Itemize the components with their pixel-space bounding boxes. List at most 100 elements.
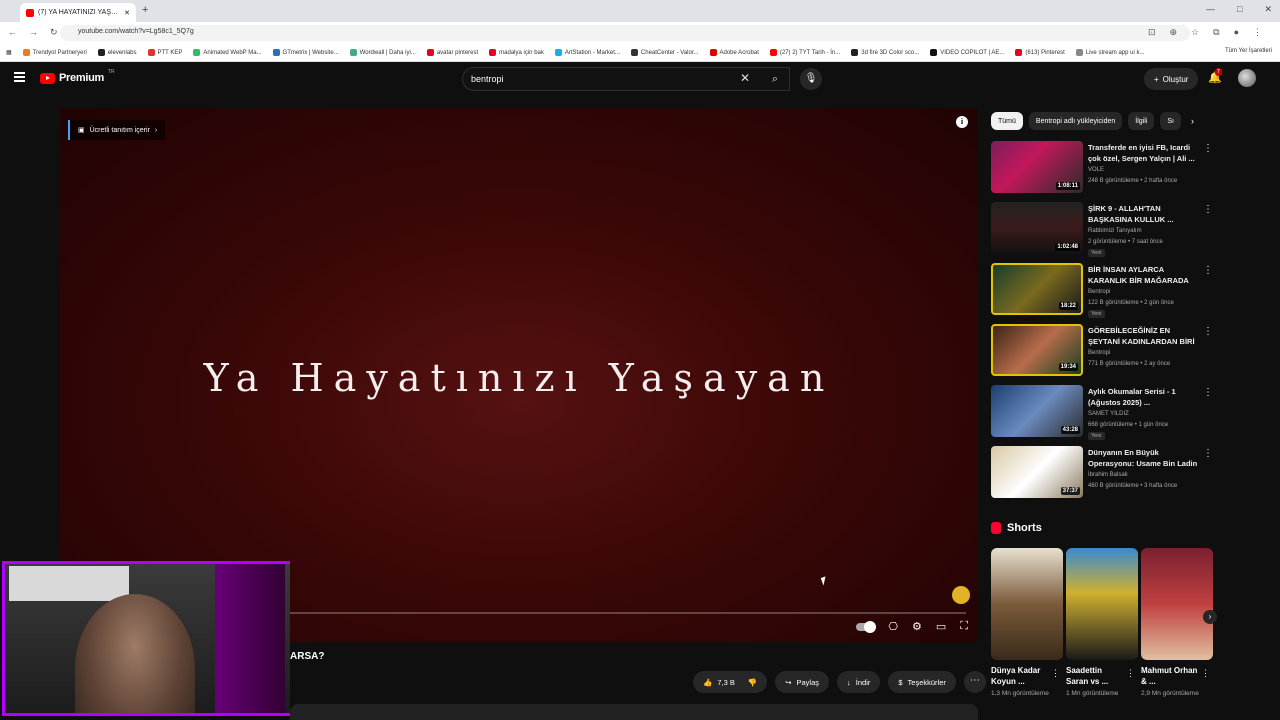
more-options-icon[interactable]: ⋮ bbox=[1203, 326, 1213, 337]
bookmark-item[interactable]: ArtStation - Market... bbox=[554, 49, 620, 56]
bookmark-item[interactable]: GTmetrix | Website... bbox=[272, 49, 339, 56]
video-title: ARSA? bbox=[290, 651, 325, 662]
bookmark-item[interactable]: 3d fire 3D Color sco... bbox=[851, 49, 919, 56]
paid-promotion-chip[interactable]: ▣ Ücretli tanıtım içerir › bbox=[68, 120, 166, 140]
microphone-icon[interactable]: 🎙 bbox=[800, 68, 822, 90]
bookmark-item[interactable]: madalya için bak bbox=[489, 49, 544, 56]
bookmark-item[interactable]: (27) 2) TYT Tarih - İn... bbox=[769, 49, 840, 56]
bookmark-item[interactable]: CheatCenter - Valor... bbox=[630, 49, 699, 56]
zoom-icon[interactable]: ⊕ bbox=[1170, 27, 1178, 38]
recommendation-item[interactable]: 1:02:48 ŞİRK 9 - ALLAH'TAN BAŞKASINA KULL… bbox=[991, 202, 1213, 263]
thanks-button[interactable]: $ Teşekkürler bbox=[888, 671, 956, 693]
close-window-icon[interactable]: ✕ bbox=[1264, 4, 1272, 15]
extensions-icon[interactable]: ⧉ bbox=[1213, 27, 1219, 38]
more-options-icon[interactable]: ⋮ bbox=[1203, 387, 1213, 398]
recommendation-item[interactable]: 43:28 Aylık Okumalar Serisi - 1 (Ağustos … bbox=[991, 385, 1213, 446]
reload-icon[interactable]: ↻ bbox=[50, 27, 58, 38]
short-thumbnail[interactable] bbox=[1066, 548, 1138, 660]
video-thumbnail[interactable]: 43:28 bbox=[991, 385, 1083, 437]
chip-from-uploader[interactable]: Bentropi adlı yükleyiciden bbox=[1028, 112, 1123, 130]
video-actions: 👍 7,3 B 👎 ↪ Paylaş ↓ İndir $ Teşekkürler… bbox=[693, 671, 986, 693]
close-tab-icon[interactable]: ✕ bbox=[124, 9, 130, 17]
minimize-icon[interactable]: — bbox=[1206, 4, 1215, 15]
video-overlay-title: Ya Hayatınızı Yaşayan bbox=[203, 356, 835, 400]
star-icon[interactable]: ☆ bbox=[1191, 27, 1199, 38]
short-item[interactable]: Mahmut Orhan & ... 2,9 Mn görüntüleme ⋮ bbox=[1141, 548, 1213, 698]
bookmark-item[interactable]: (613) Pinterest bbox=[1015, 49, 1065, 56]
theater-mode-icon[interactable]: ▭ bbox=[936, 620, 946, 633]
browser-tab[interactable]: (7) YA HAYATINIZI YAŞAYA... ✕ bbox=[20, 3, 136, 22]
more-options-icon[interactable]: ⋮ bbox=[1203, 204, 1213, 215]
bookmark-item[interactable]: Wordwall | Daha iyi... bbox=[349, 49, 416, 56]
video-thumbnail[interactable]: 37:37 bbox=[991, 446, 1083, 498]
video-thumbnail[interactable]: 18:22 bbox=[991, 263, 1083, 315]
video-thumbnail[interactable]: 19:34 bbox=[991, 324, 1083, 376]
install-icon[interactable]: ⊡ bbox=[1148, 27, 1156, 38]
more-options-icon[interactable]: ⋮ bbox=[1051, 668, 1060, 679]
more-options-icon[interactable]: ⋮ bbox=[1203, 448, 1213, 459]
download-button[interactable]: ↓ İndir bbox=[837, 671, 881, 693]
short-thumbnail[interactable] bbox=[1141, 548, 1213, 660]
search-icon[interactable]: ⌕ bbox=[762, 67, 788, 91]
new-tab-button[interactable]: + bbox=[142, 4, 148, 16]
profile-icon[interactable]: ● bbox=[1234, 27, 1239, 38]
description-box[interactable] bbox=[290, 704, 978, 720]
notifications-bell-icon[interactable]: 🔔 7 bbox=[1208, 68, 1222, 84]
bookmark-item[interactable]: Animated WebP Ma... bbox=[193, 49, 262, 56]
recommendation-item[interactable]: 19:34 GÖREBİLECEĞİNİZ EN ŞEYTANİ KADINLAR… bbox=[991, 324, 1213, 385]
shorts-row: Dünya Kadar Koyun ... 1,3 Mn görüntüleme ⋮… bbox=[991, 548, 1213, 698]
avatar[interactable] bbox=[1238, 69, 1256, 87]
chevron-right-icon[interactable]: › bbox=[1203, 610, 1217, 624]
bookmark-item[interactable]: elevenlabs bbox=[97, 49, 137, 56]
maximize-icon[interactable]: □ bbox=[1237, 4, 1242, 15]
back-icon[interactable]: ← bbox=[8, 27, 17, 38]
more-options-icon[interactable]: ⋮ bbox=[1201, 668, 1210, 679]
bookmark-item[interactable]: VIDEO COPILOT | AE... bbox=[930, 49, 1004, 56]
chip-all[interactable]: Tümü bbox=[991, 112, 1023, 130]
more-options-icon[interactable]: ⋮ bbox=[1203, 143, 1213, 154]
recommendation-item[interactable]: 18:22 BİR İNSAN AYLARCA KARANLIK BİR MAĞA… bbox=[991, 263, 1213, 324]
bookmark-label: Live stream app ui k... bbox=[1085, 49, 1145, 56]
thumbs-down-icon[interactable]: 👎 bbox=[748, 678, 757, 687]
short-item[interactable]: Dünya Kadar Koyun ... 1,3 Mn görüntüleme ⋮ bbox=[991, 548, 1063, 698]
more-options-icon[interactable]: ⋮ bbox=[1203, 265, 1213, 276]
bookmark-label: ArtStation - Market... bbox=[564, 49, 620, 56]
bookmark-item[interactable]: Live stream app ui k... bbox=[1075, 49, 1145, 56]
recommendations-list: 1:08:11 Transferde en iyisi FB, Icardi ço… bbox=[991, 141, 1213, 507]
bookmark-item[interactable]: Trendyol Partneryeri bbox=[22, 49, 87, 56]
info-icon[interactable]: i bbox=[956, 116, 968, 128]
autoplay-toggle[interactable] bbox=[856, 620, 877, 633]
clear-search-icon[interactable]: ✕ bbox=[740, 71, 750, 85]
video-thumbnail[interactable]: 1:02:48 bbox=[991, 202, 1083, 254]
url-input[interactable]: youtube.com/watch?v=Lg58c1_5Q7g bbox=[60, 25, 1190, 41]
fullscreen-icon[interactable]: ⛶ bbox=[960, 620, 968, 633]
chevron-right-icon[interactable]: › bbox=[1191, 116, 1194, 126]
short-thumbnail[interactable] bbox=[991, 548, 1063, 660]
more-options-icon[interactable]: ⋮ bbox=[1126, 668, 1135, 679]
all-bookmarks-link[interactable]: Tüm Yer İşaretleri bbox=[1225, 48, 1272, 54]
recommendation-item[interactable]: 1:08:11 Transferde en iyisi FB, Icardi ço… bbox=[991, 141, 1213, 202]
video-thumbnail[interactable]: 1:08:11 bbox=[991, 141, 1083, 193]
bookmark-item[interactable]: PTT KEP bbox=[147, 49, 182, 56]
tab-strip: (7) YA HAYATINIZI YAŞAYA... ✕ + — □ ✕ bbox=[0, 0, 1280, 22]
youtube-logo[interactable]: Premium TR bbox=[40, 69, 115, 84]
chip-partial[interactable]: Sı bbox=[1160, 112, 1181, 130]
bookmark-favicon-icon bbox=[426, 49, 434, 56]
subtitles-icon[interactable]: ⎔ bbox=[888, 620, 898, 633]
chip-related[interactable]: İlgili bbox=[1128, 112, 1155, 130]
apps-icon[interactable]: ▦ bbox=[6, 49, 12, 56]
recommendation-item[interactable]: 37:37 Dünyanın En Büyük Operasyonu: Usame… bbox=[991, 446, 1213, 507]
short-item[interactable]: Saadettin Saran vs ... 1 Mn görüntüleme ⋮ bbox=[1066, 548, 1138, 698]
create-button[interactable]: + Oluştur bbox=[1144, 68, 1199, 90]
video-title: Dünyanın En Büyük Operasyonu: Usame Bin … bbox=[1088, 448, 1198, 468]
more-actions-icon[interactable]: ⋯ bbox=[963, 671, 986, 693]
hamburger-menu-icon[interactable] bbox=[14, 72, 25, 82]
bookmark-item[interactable]: avatar pinterest bbox=[426, 49, 478, 56]
bookmark-item[interactable]: Adobe Acrobat bbox=[709, 49, 759, 56]
settings-gear-icon[interactable]: ⚙ bbox=[912, 620, 922, 633]
forward-icon[interactable]: → bbox=[29, 27, 38, 38]
window-controls: — □ ✕ bbox=[1206, 4, 1272, 15]
share-button[interactable]: ↪ Paylaş bbox=[775, 671, 830, 693]
like-button[interactable]: 👍 7,3 B 👎 bbox=[693, 671, 768, 693]
kebab-menu-icon[interactable]: ⋮ bbox=[1253, 27, 1262, 38]
